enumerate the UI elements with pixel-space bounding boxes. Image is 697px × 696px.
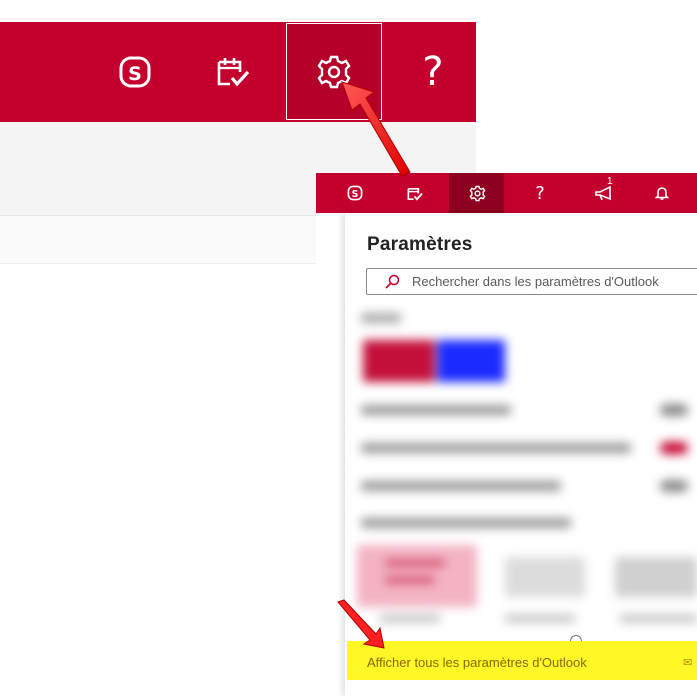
view-all-settings-link[interactable]: Afficher tous les paramètres d'Outlook [367, 655, 587, 670]
notification-badge: 1 [607, 176, 613, 187]
bg-calendar-button[interactable] [184, 22, 282, 122]
fg-whats-new-button[interactable] [583, 173, 627, 213]
help-label: ? [422, 49, 444, 95]
fg-help-button[interactable]: ? [518, 173, 562, 213]
fg-notifications-button[interactable] [640, 173, 684, 213]
theme-swatch-blue[interactable] [437, 340, 505, 382]
bg-skype-button[interactable]: S [86, 22, 184, 122]
search-input[interactable] [412, 271, 697, 291]
panel-title: Paramètres [367, 234, 473, 255]
svg-text:S: S [352, 189, 359, 200]
gear-icon [469, 185, 485, 201]
bell-icon [655, 187, 669, 200]
skype-icon: S [347, 185, 363, 201]
calendar-check-icon [407, 187, 423, 201]
skype-icon: S [119, 56, 151, 88]
megaphone-icon [595, 185, 611, 201]
calendar-check-icon [217, 58, 250, 87]
quick-settings-blurred [355, 305, 697, 635]
search-icon [385, 274, 400, 289]
annotation-arrow-icon [337, 599, 385, 649]
svg-text:S: S [128, 63, 142, 85]
fg-settings-button[interactable] [455, 173, 499, 213]
theme-swatch-red[interactable] [363, 340, 435, 382]
mail-settings-icon: ✉ [683, 657, 693, 669]
annotation-arrow-icon [341, 81, 411, 177]
help-label: ? [535, 182, 545, 204]
